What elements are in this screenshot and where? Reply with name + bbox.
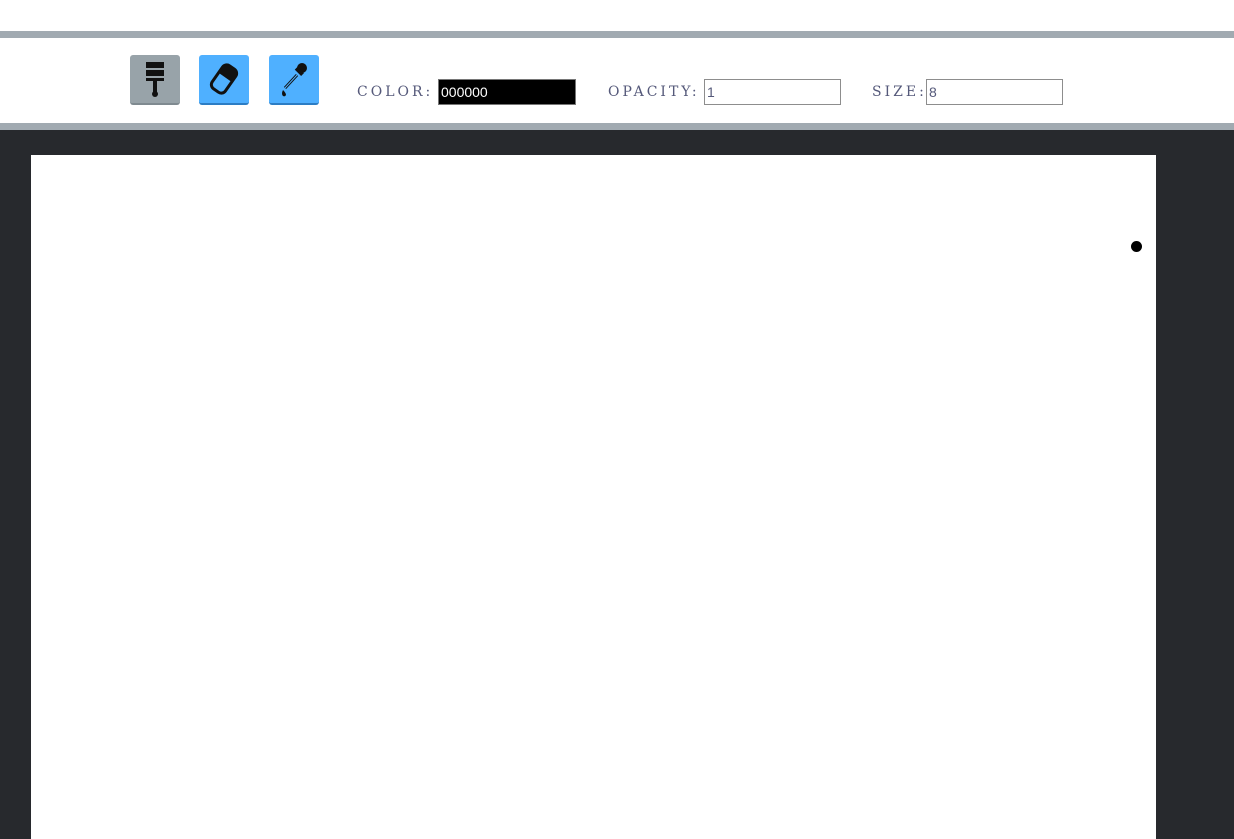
drawing-canvas[interactable] <box>31 155 1156 839</box>
toolbar-top-border <box>0 31 1234 38</box>
size-input[interactable] <box>926 79 1063 105</box>
opacity-input[interactable] <box>704 79 841 105</box>
opacity-label: OPACITY: <box>608 84 700 100</box>
eyedropper-tool-button[interactable] <box>269 55 319 105</box>
color-input[interactable] <box>438 79 576 105</box>
toolbar-bottom-border <box>0 123 1234 130</box>
eraser-icon <box>209 63 239 95</box>
size-label: SIZE: <box>872 84 927 100</box>
toolbar: COLOR: OPACITY: SIZE: <box>0 38 1234 123</box>
eyedropper-icon <box>282 63 307 97</box>
workspace <box>0 130 1234 839</box>
paintbrush-icon <box>146 62 164 97</box>
color-label: COLOR: <box>357 84 434 100</box>
eraser-tool-button[interactable] <box>199 55 249 105</box>
brush-tool-button[interactable] <box>130 55 180 105</box>
brush-cursor-dot <box>1131 241 1142 252</box>
